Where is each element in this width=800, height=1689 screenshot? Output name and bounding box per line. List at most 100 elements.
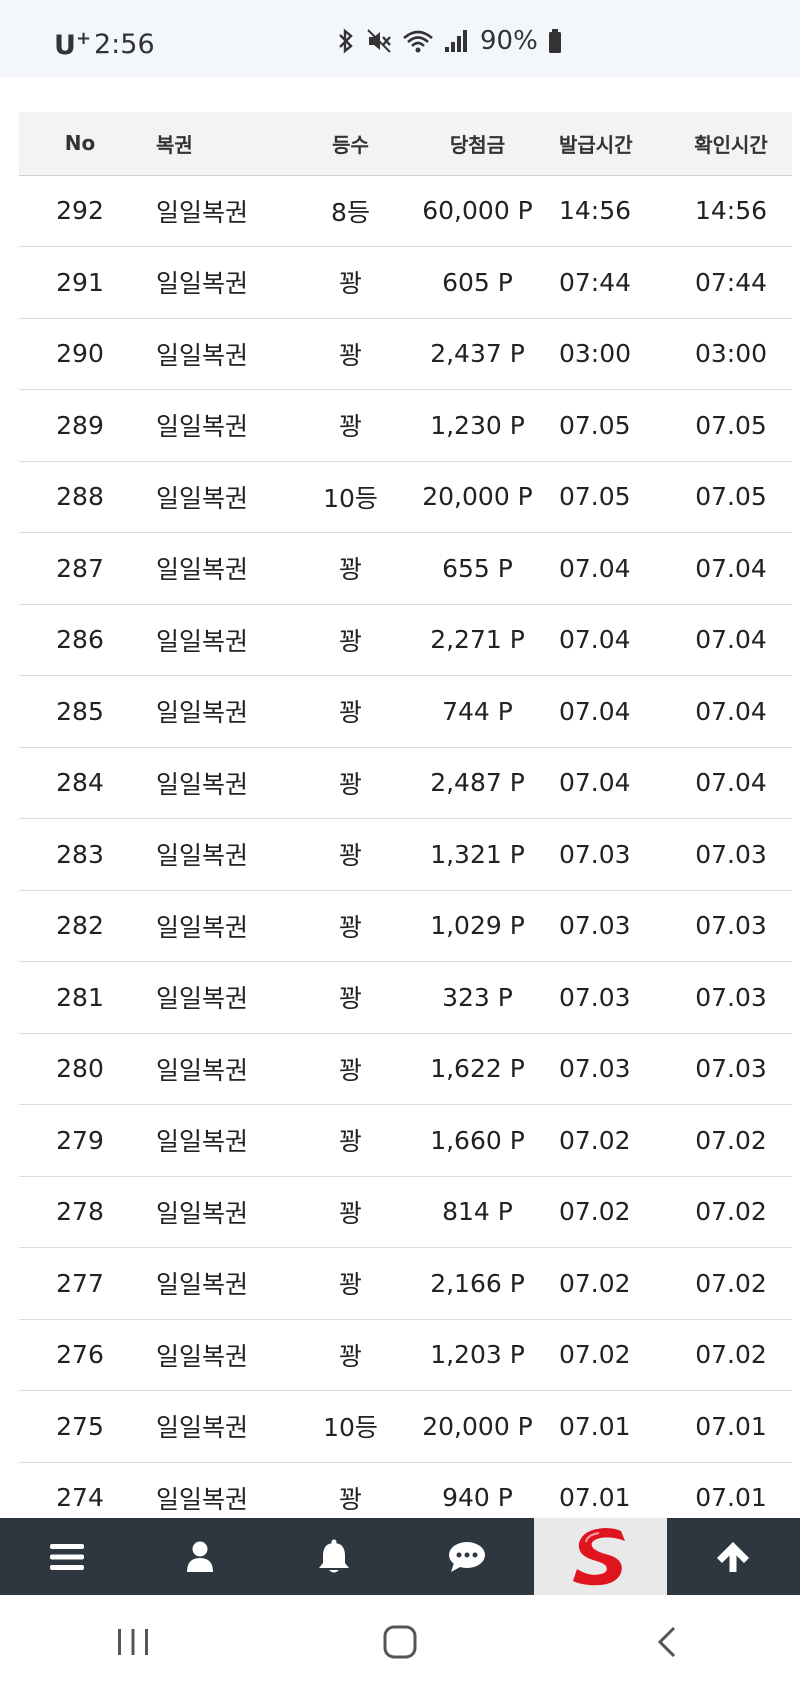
table-row: 276 일일복권 꽝 1,203 P 07.02 07.02 <box>19 1319 792 1391</box>
cell-issued-time: 07:44 <box>551 246 670 319</box>
bluetooth-icon <box>339 28 353 54</box>
cell-checked-time: 07:44 <box>670 246 792 319</box>
user-icon <box>187 1541 214 1572</box>
scroll-top-button[interactable] <box>667 1518 800 1595</box>
cell-prize: 2,437 P <box>404 318 551 390</box>
header-lottery: 복권 <box>141 112 297 176</box>
cell-checked-time: 07.04 <box>670 604 792 676</box>
cell-no: 283 <box>19 818 141 891</box>
cell-prize: 1,203 P <box>404 1319 551 1391</box>
cell-no: 284 <box>19 747 141 819</box>
cell-lottery: 일일복권 <box>141 818 297 891</box>
cell-issued-time: 14:56 <box>551 175 670 247</box>
header-rank: 등수 <box>297 112 404 176</box>
cell-checked-time: 07.03 <box>670 890 792 962</box>
cell-issued-time: 07.03 <box>551 890 670 962</box>
cell-rank: 꽝 <box>297 747 404 819</box>
cell-prize: 1,321 P <box>404 818 551 891</box>
cell-checked-time: 07.01 <box>670 1390 792 1463</box>
cell-issued-time: 07.04 <box>551 747 670 819</box>
cell-rank: 꽝 <box>297 818 404 891</box>
cell-lottery: 일일복권 <box>141 1319 297 1391</box>
menu-button[interactable] <box>0 1518 133 1595</box>
cell-rank: 꽝 <box>297 389 404 462</box>
cell-issued-time: 07.03 <box>551 818 670 891</box>
status-bar: U+ 2:56 90% <box>0 0 800 77</box>
cell-no: 280 <box>19 1033 141 1105</box>
cell-checked-time: 07.04 <box>670 675 792 748</box>
wifi-icon <box>403 30 433 53</box>
cell-prize: 2,487 P <box>404 747 551 819</box>
cell-checked-time: 07.05 <box>670 389 792 462</box>
table-row: 277 일일복권 꽝 2,166 P 07.02 07.02 <box>19 1247 792 1320</box>
cell-issued-time: 07.02 <box>551 1176 670 1248</box>
cell-lottery: 일일복권 <box>141 532 297 605</box>
bell-icon <box>318 1539 349 1572</box>
recent-apps-icon <box>118 1629 149 1655</box>
notifications-button[interactable] <box>267 1518 400 1595</box>
cell-no: 292 <box>19 175 141 247</box>
cell-checked-time: 07.04 <box>670 747 792 819</box>
cell-checked-time: 03:00 <box>670 318 792 390</box>
header-checked-time: 확인시간 <box>670 112 792 176</box>
cell-prize: 655 P <box>404 532 551 605</box>
cell-prize: 1,029 P <box>404 890 551 962</box>
cell-prize: 1,622 P <box>404 1033 551 1105</box>
cell-rank: 꽝 <box>297 675 404 748</box>
table-row: 286 일일복권 꽝 2,271 P 07.04 07.04 <box>19 604 792 676</box>
carrier-label: U+ <box>54 28 92 61</box>
cell-prize: 744 P <box>404 675 551 748</box>
cell-lottery: 일일복권 <box>141 890 297 962</box>
table-row: 292 일일복권 8등 60,000 P 14:56 14:56 <box>19 175 792 247</box>
cell-prize: 2,166 P <box>404 1247 551 1320</box>
cell-no: 282 <box>19 890 141 962</box>
cell-rank: 꽝 <box>297 318 404 390</box>
cell-issued-time: 07.02 <box>551 1319 670 1391</box>
cell-no: 288 <box>19 461 141 533</box>
signal-icon <box>445 30 467 52</box>
bottom-nav-bar <box>0 1518 800 1595</box>
menu-icon <box>49 1543 84 1570</box>
cell-no: 290 <box>19 318 141 390</box>
cell-lottery: 일일복권 <box>141 1033 297 1105</box>
arrow-up-icon <box>717 1541 750 1572</box>
table-row: 283 일일복권 꽝 1,321 P 07.03 07.03 <box>19 818 792 891</box>
cell-checked-time: 14:56 <box>670 175 792 247</box>
cell-no: 289 <box>19 389 141 462</box>
cell-lottery: 일일복권 <box>141 1390 297 1463</box>
cell-no: 279 <box>19 1104 141 1177</box>
cell-rank: 꽝 <box>297 604 404 676</box>
home-button[interactable] <box>340 1612 460 1672</box>
cell-issued-time: 07.04 <box>551 532 670 605</box>
table-row: 291 일일복권 꽝 605 P 07:44 07:44 <box>19 246 792 319</box>
cell-issued-time: 07.01 <box>551 1390 670 1463</box>
cell-lottery: 일일복권 <box>141 246 297 319</box>
table-row: 280 일일복권 꽝 1,622 P 07.03 07.03 <box>19 1033 792 1105</box>
chat-button[interactable] <box>400 1518 533 1595</box>
system-nav-bar <box>0 1595 800 1689</box>
back-button[interactable] <box>607 1612 727 1672</box>
status-time: 2:56 <box>94 29 155 60</box>
site-logo <box>573 1527 626 1585</box>
cell-no: 276 <box>19 1319 141 1391</box>
cell-lottery: 일일복권 <box>141 1104 297 1177</box>
cell-lottery: 일일복권 <box>141 1247 297 1320</box>
cell-prize: 323 P <box>404 961 551 1034</box>
cell-no: 275 <box>19 1390 141 1463</box>
cell-rank: 10등 <box>297 461 404 533</box>
back-icon <box>657 1626 675 1658</box>
chat-icon <box>448 1541 485 1572</box>
cell-prize: 1,660 P <box>404 1104 551 1177</box>
table-row: 278 일일복권 꽝 814 P 07.02 07.02 <box>19 1176 792 1248</box>
profile-button[interactable] <box>133 1518 266 1595</box>
cell-rank: 꽝 <box>297 1319 404 1391</box>
table-row: 284 일일복권 꽝 2,487 P 07.04 07.04 <box>19 747 792 819</box>
table-row: 289 일일복권 꽝 1,230 P 07.05 07.05 <box>19 389 792 462</box>
table-row: 279 일일복권 꽝 1,660 P 07.02 07.02 <box>19 1104 792 1177</box>
cell-prize: 1,230 P <box>404 389 551 462</box>
recent-apps-button[interactable] <box>73 1612 193 1672</box>
site-logo-button[interactable] <box>533 1518 667 1595</box>
table-row: 288 일일복권 10등 20,000 P 07.05 07.05 <box>19 461 792 533</box>
table-row: 285 일일복권 꽝 744 P 07.04 07.04 <box>19 675 792 748</box>
header-issued-time: 발급시간 <box>551 112 670 176</box>
